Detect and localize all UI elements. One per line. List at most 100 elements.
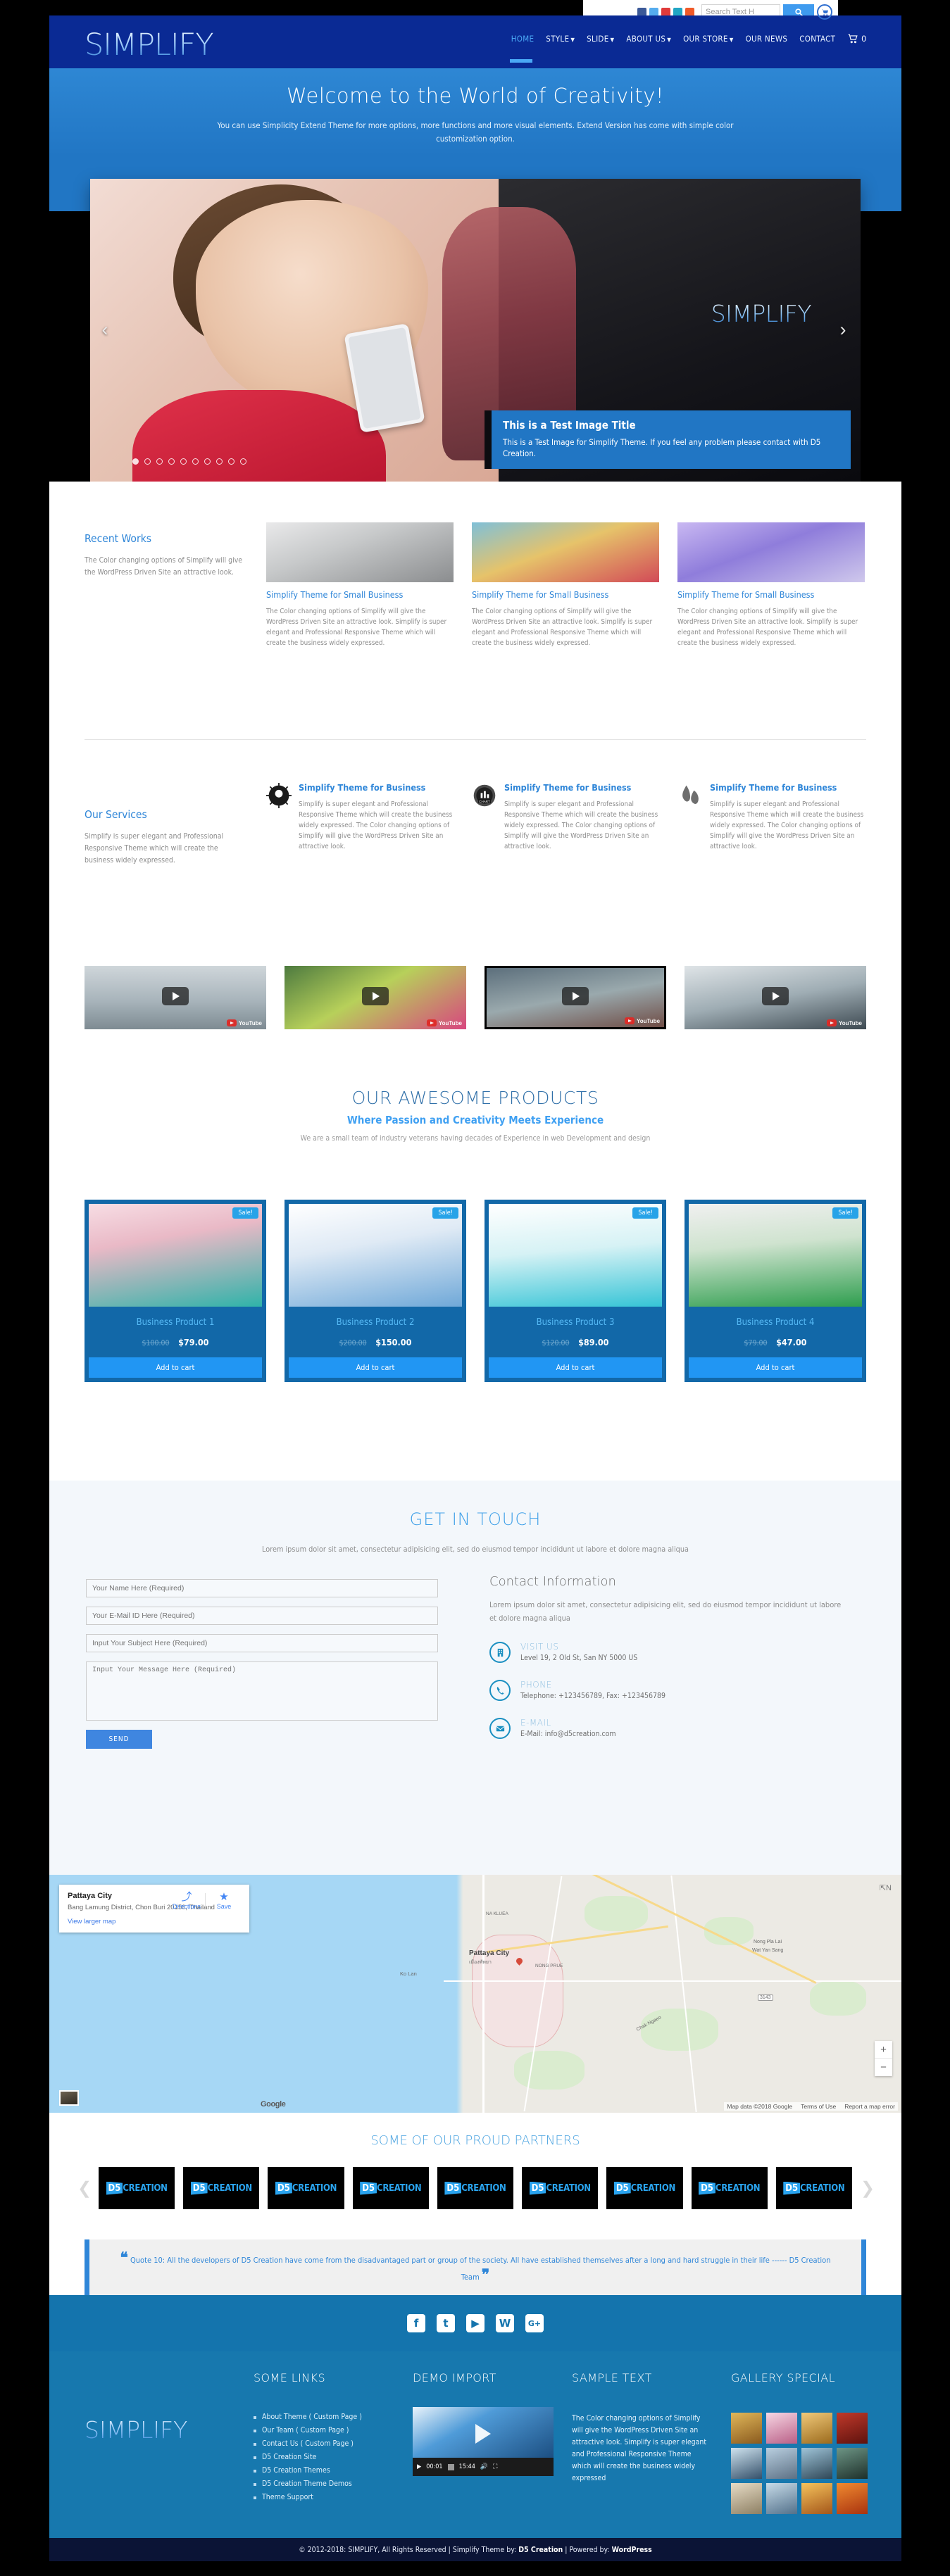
name-input[interactable] [86, 1579, 438, 1597]
site-logo[interactable]: SIMPLIFY [85, 30, 214, 61]
video-thumb[interactable]: YouTube [685, 966, 866, 1029]
service-title[interactable]: Simplify Theme for Business [299, 781, 454, 793]
work-thumbnail[interactable] [472, 522, 659, 582]
facebook-icon[interactable]: f [407, 2314, 425, 2332]
partner-logo[interactable]: D5 CREATION [268, 2167, 344, 2209]
add-to-cart-button[interactable]: Add to cart [289, 1357, 462, 1378]
partners-next-button[interactable]: ❯ [861, 2178, 875, 2199]
gallery-thumb[interactable] [837, 2483, 868, 2514]
product-image[interactable]: Sale! [89, 1204, 262, 1307]
partner-logo[interactable]: D5 CREATION [437, 2167, 514, 2209]
product-card[interactable]: Sale! Business Product 2 $200.00 $150.00… [285, 1200, 466, 1382]
footer-link[interactable]: Theme Support [254, 2493, 394, 2501]
nav-item-contact[interactable]: CONTACT [799, 34, 835, 44]
map-report-link[interactable]: Report a map error [844, 2103, 895, 2110]
fullscreen-icon[interactable]: ⛶ [493, 2463, 497, 2470]
service-card[interactable]: Simplify Theme for Business Simplify is … [266, 781, 454, 867]
play-icon[interactable] [762, 987, 789, 1006]
map-zoom-controls[interactable]: + − [875, 2041, 892, 2076]
youtube-icon[interactable]: ▶ [466, 2314, 485, 2332]
product-name[interactable]: Business Product 2 [289, 1317, 462, 1328]
footer-logo[interactable]: SIMPLIFY [85, 2416, 187, 2444]
gallery-thumb[interactable] [801, 2483, 832, 2514]
nav-item-slide[interactable]: SLIDE ▼ [587, 34, 614, 44]
footer-link[interactable]: D5 Creation Themes [254, 2466, 394, 2475]
gallery-thumb[interactable] [731, 2483, 762, 2514]
play-icon[interactable] [161, 987, 189, 1006]
product-name[interactable]: Business Product 3 [489, 1317, 662, 1328]
product-card[interactable]: Sale! Business Product 1 $100.00 $79.00 … [85, 1200, 266, 1382]
work-card[interactable]: Simplify Theme for Small Business The Co… [472, 522, 659, 648]
google-plus-icon[interactable]: G+ [525, 2314, 544, 2332]
map-streetview-thumb[interactable] [59, 2090, 79, 2106]
map-save-button[interactable]: ★ Save [206, 1892, 242, 1911]
work-thumbnail[interactable] [677, 522, 865, 582]
hero-slider[interactable]: SIMPLIFY ‹ › This is a Test Image Title … [90, 179, 861, 482]
gallery-thumb[interactable] [837, 2448, 868, 2479]
map-zoom-out-button[interactable]: − [875, 2059, 892, 2076]
service-title[interactable]: Simplify Theme for Business [710, 781, 865, 793]
message-textarea[interactable] [86, 1661, 438, 1721]
partner-logo[interactable]: D5 CREATION [775, 2167, 852, 2209]
gallery-thumb[interactable] [766, 2448, 797, 2479]
map-terms-link[interactable]: Terms of Use [801, 2103, 836, 2110]
nav-item-our-news[interactable]: OUR NEWS [746, 34, 788, 44]
add-to-cart-button[interactable]: Add to cart [89, 1357, 262, 1378]
work-title[interactable]: Simplify Theme for Small Business [266, 589, 454, 601]
partner-logo[interactable]: D5 CREATION [352, 2167, 429, 2209]
gallery-thumb[interactable] [731, 2448, 762, 2479]
volume-icon[interactable]: 🔊 [480, 2463, 488, 2470]
footer-link[interactable]: Our Team ( Custom Page ) [254, 2426, 394, 2434]
map-zoom-in-button[interactable]: + [875, 2041, 892, 2059]
product-card[interactable]: Sale! Business Product 4 $79.00 $47.00 A… [685, 1200, 866, 1382]
twitter-icon[interactable]: t [437, 2314, 455, 2332]
slider-dots[interactable] [132, 458, 246, 465]
slider-prev-button[interactable]: ‹ [97, 317, 113, 342]
play-icon[interactable] [361, 987, 389, 1006]
service-card[interactable]: Simplify Theme for Business Simplify is … [677, 781, 865, 867]
view-larger-map-link[interactable]: View larger map [68, 1918, 241, 1925]
footer-link[interactable]: Contact Us ( Custom Page ) [254, 2439, 394, 2448]
service-title[interactable]: Simplify Theme for Business [504, 781, 659, 793]
gallery-thumb[interactable] [731, 2413, 762, 2444]
work-title[interactable]: Simplify Theme for Small Business [677, 589, 865, 601]
product-image[interactable]: Sale! [689, 1204, 862, 1307]
gallery-thumb[interactable] [801, 2413, 832, 2444]
work-card[interactable]: Simplify Theme for Small Business The Co… [266, 522, 454, 648]
footer-link[interactable]: D5 Creation Theme Demos [254, 2480, 394, 2488]
play-icon[interactable] [561, 987, 589, 1006]
compass-icon[interactable]: ⇱N [880, 1883, 892, 1892]
product-card[interactable]: Sale! Business Product 3 $120.00 $89.00 … [485, 1200, 666, 1382]
add-to-cart-button[interactable]: Add to cart [489, 1357, 662, 1378]
nav-item-about-us[interactable]: ABOUT US ▼ [626, 34, 671, 44]
subject-input[interactable] [86, 1634, 438, 1652]
wordpress-icon[interactable]: W [496, 2314, 514, 2332]
product-image[interactable]: Sale! [289, 1204, 462, 1307]
work-card[interactable]: Simplify Theme for Small Business The Co… [677, 522, 865, 648]
partner-logo[interactable]: D5 CREATION [606, 2167, 683, 2209]
work-title[interactable]: Simplify Theme for Small Business [472, 589, 659, 601]
footer-video-player[interactable]: ▶ 00:01 15:44 🔊 ⛶ [413, 2407, 554, 2476]
gallery-thumb[interactable] [766, 2413, 797, 2444]
header-cart[interactable]: 0 [847, 34, 866, 44]
partners-prev-button[interactable]: ❮ [77, 2178, 92, 2199]
partner-logo[interactable]: D5 CREATION [522, 2167, 599, 2209]
slider-next-button[interactable]: › [835, 317, 851, 342]
footer-link[interactable]: About Theme ( Custom Page ) [254, 2413, 394, 2421]
partner-logo[interactable]: D5 CREATION [691, 2167, 768, 2209]
play-icon[interactable]: ▶ [417, 2463, 421, 2470]
product-name[interactable]: Business Product 1 [89, 1317, 262, 1328]
nav-item-style[interactable]: STYLE ▼ [546, 34, 575, 44]
service-card[interactable]: CHART Simplify Theme for Business Simpli… [472, 781, 659, 867]
nav-item-home[interactable]: HOME [509, 34, 535, 63]
gallery-thumb[interactable] [837, 2413, 868, 2444]
partner-logo[interactable]: D5 CREATION [183, 2167, 260, 2209]
send-button[interactable]: SEND [86, 1730, 152, 1749]
map-directions-button[interactable]: ⤴ Directions [168, 1892, 205, 1911]
video-thumb[interactable]: YouTube [484, 966, 667, 1029]
gallery-thumb[interactable] [766, 2483, 797, 2514]
product-image[interactable]: Sale! [489, 1204, 662, 1307]
gallery-thumb[interactable] [801, 2448, 832, 2479]
add-to-cart-button[interactable]: Add to cart [689, 1357, 862, 1378]
email-input[interactable] [86, 1607, 438, 1625]
